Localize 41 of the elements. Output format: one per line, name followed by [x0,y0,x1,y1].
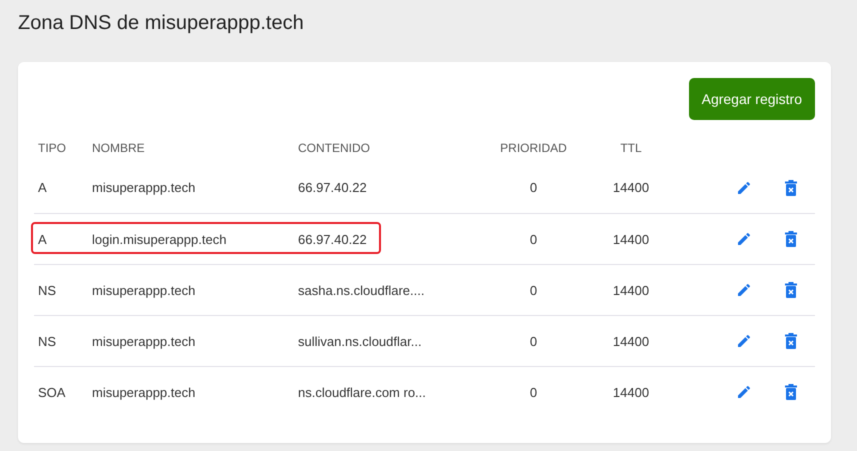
table-cell-text: NS [37,282,58,298]
table-cell-text: misuperappp.tech [91,334,196,348]
delete-icon[interactable] [782,332,800,350]
delete-icon[interactable] [782,383,800,401]
delete-icon[interactable] [782,281,800,299]
table-cell-text: ns.cloudflare.com ro... [297,384,427,400]
table-cell-text: sasha.ns.cloudflare.... [297,282,426,298]
edit-icon[interactable] [735,383,753,401]
table-cell-text: 0 [528,384,538,400]
table-cell-text: 0 [528,334,538,348]
table-cell-text: 66.97.40.22 [297,232,368,246]
page-title: Zona DNS de misuperappp.tech [18,11,305,36]
table-cell-text: 14400 [612,282,650,298]
add-record-button[interactable]: Agregar registro [688,78,815,120]
table-cell-text: login.misuperappp.tech [91,232,228,246]
table-cell-text: 0 [528,282,538,298]
delete-icon[interactable] [782,178,800,196]
table-cell-text: SOA [37,384,66,400]
edit-icon[interactable] [735,230,753,248]
edit-icon[interactable] [735,281,753,299]
table-cell-text: misuperappp.tech [91,180,196,195]
column-header: TTL [619,141,643,155]
column-header: TIPO [37,141,68,155]
table-cell-text: 14400 [612,232,650,246]
column-header: CONTENIDO [297,141,371,155]
table-cell-text: misuperappp.tech [91,282,196,298]
column-header: PRIORIDAD [499,141,568,155]
delete-icon[interactable] [782,230,800,248]
table-cell-text: 14400 [612,180,650,195]
table-cell-text: misuperappp.tech [91,384,196,400]
table-cell-text: 14400 [612,334,650,348]
table-cell-text: 14400 [612,384,650,400]
table-cell-text: sullivan.ns.cloudflar... [297,334,423,348]
edit-icon[interactable] [735,332,753,350]
column-header: NOMBRE [91,141,146,155]
table-cell-text: NS [37,334,58,348]
table-cell-text: A [37,180,48,195]
table-cell-text: A [37,232,48,246]
table-cell-text: 0 [528,180,538,195]
table-cell-text: 66.97.40.22 [297,180,368,195]
table-cell-text: 0 [528,232,538,246]
